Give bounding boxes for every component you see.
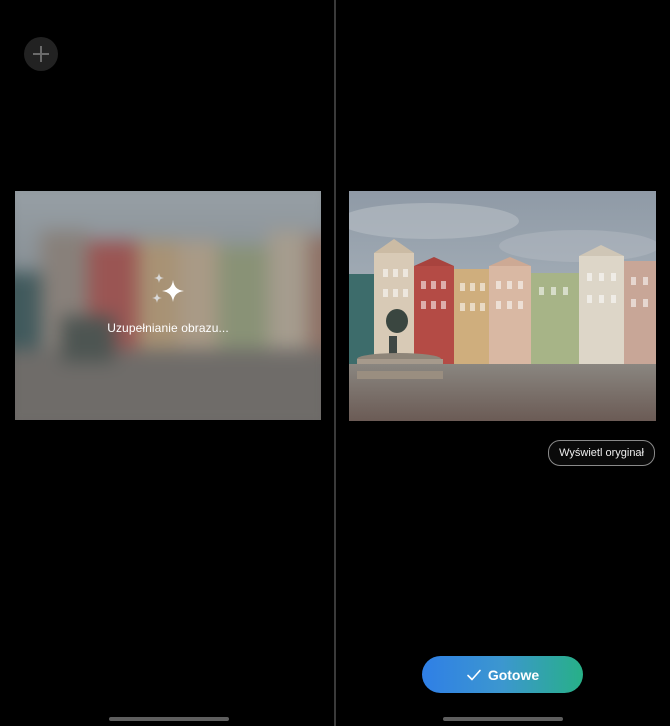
- plus-icon: [33, 46, 49, 62]
- fill-progress-overlay: Uzupełnianie obrazu...: [15, 191, 321, 420]
- view-original-button[interactable]: Wyświetl oryginał: [548, 440, 655, 466]
- progress-text: Uzupełnianie obrazu...: [107, 320, 229, 335]
- home-indicator[interactable]: [109, 717, 229, 721]
- checkmark-icon: [467, 669, 481, 680]
- done-label: Gotowe: [487, 666, 540, 683]
- right-panel: Wyświetl oryginał Gotowe: [336, 0, 670, 726]
- home-indicator[interactable]: [443, 717, 563, 721]
- add-button[interactable]: [24, 37, 58, 71]
- left-panel: Uzupełnianie obrazu...: [0, 0, 334, 726]
- sparkle-icon: [152, 272, 184, 303]
- result-photo: [349, 191, 656, 421]
- done-button[interactable]: Gotowe: [422, 656, 583, 693]
